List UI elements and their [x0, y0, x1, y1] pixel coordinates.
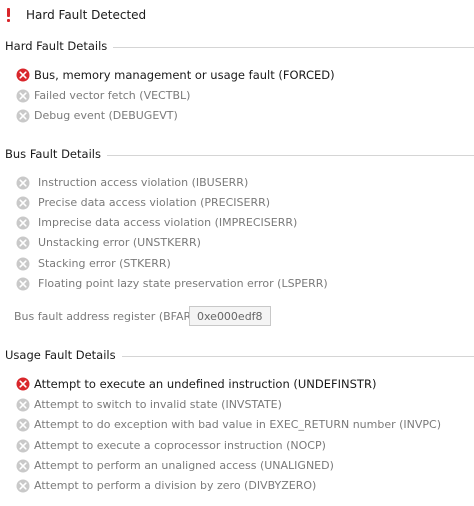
section-divider — [92, 155, 474, 156]
usage-fault-section-header: Usage Fault Details — [0, 348, 474, 366]
bus-fault-item-label: Unstacking error (UNSTKERR) — [38, 236, 201, 249]
error-icon — [16, 479, 30, 493]
usage-fault-item-label: Attempt to do exception with bad value i… — [34, 418, 442, 431]
usage-fault-section-title: Usage Fault Details — [5, 348, 122, 362]
error-icon — [16, 176, 30, 190]
hard-fault-item-label: Debug event (DEBUGEVT) — [34, 109, 178, 122]
bus-fault-item-label: Instruction access violation (IBUSERR) — [38, 176, 249, 189]
bfar-label: Bus fault address register (BFAR): — [14, 310, 200, 323]
error-icon — [16, 236, 30, 250]
error-icon — [16, 459, 30, 473]
bus-fault-item-label: Floating point lazy state preservation e… — [38, 277, 328, 290]
error-icon — [16, 89, 30, 103]
error-icon — [16, 68, 30, 82]
dialog-title-bar: Hard Fault Detected — [0, 0, 474, 32]
hard-fault-section-header: Hard Fault Details — [0, 39, 474, 57]
dialog-title: Hard Fault Detected — [26, 8, 147, 22]
bus-fault-section-header: Bus Fault Details — [0, 147, 474, 165]
error-icon — [16, 277, 30, 291]
bfar-value-field[interactable]: 0xe000edf8 — [189, 306, 271, 326]
usage-fault-item-label: Attempt to execute an undefined instruct… — [34, 377, 377, 391]
usage-fault-item-label: Attempt to perform a division by zero (D… — [34, 479, 317, 492]
error-icon — [16, 418, 30, 432]
section-divider — [100, 47, 474, 48]
error-icon — [16, 109, 30, 123]
bus-fault-section-title: Bus Fault Details — [5, 147, 107, 161]
usage-fault-item-label: Attempt to switch to invalid state (INVS… — [34, 398, 282, 411]
hard-fault-item-label: Bus, memory management or usage fault (F… — [34, 68, 335, 82]
usage-fault-item-label: Attempt to perform an unaligned access (… — [34, 459, 334, 472]
error-icon — [16, 257, 30, 271]
bus-fault-item-label: Precise data access violation (PRECISERR… — [38, 196, 271, 209]
error-icon — [16, 196, 30, 210]
hard-fault-item-label: Failed vector fetch (VECTBL) — [34, 89, 191, 102]
bus-fault-item-label: Stacking error (STKERR) — [38, 257, 171, 270]
error-icon — [16, 216, 30, 230]
hard-fault-section-title: Hard Fault Details — [5, 39, 114, 53]
error-icon — [16, 377, 30, 391]
bus-fault-item-label: Imprecise data access violation (IMPRECI… — [38, 216, 298, 229]
section-divider — [106, 356, 474, 357]
warning-exclamation-icon — [6, 8, 12, 22]
error-icon — [16, 439, 30, 453]
error-icon — [16, 398, 30, 412]
usage-fault-item-label: Attempt to execute a coprocessor instruc… — [34, 439, 326, 452]
